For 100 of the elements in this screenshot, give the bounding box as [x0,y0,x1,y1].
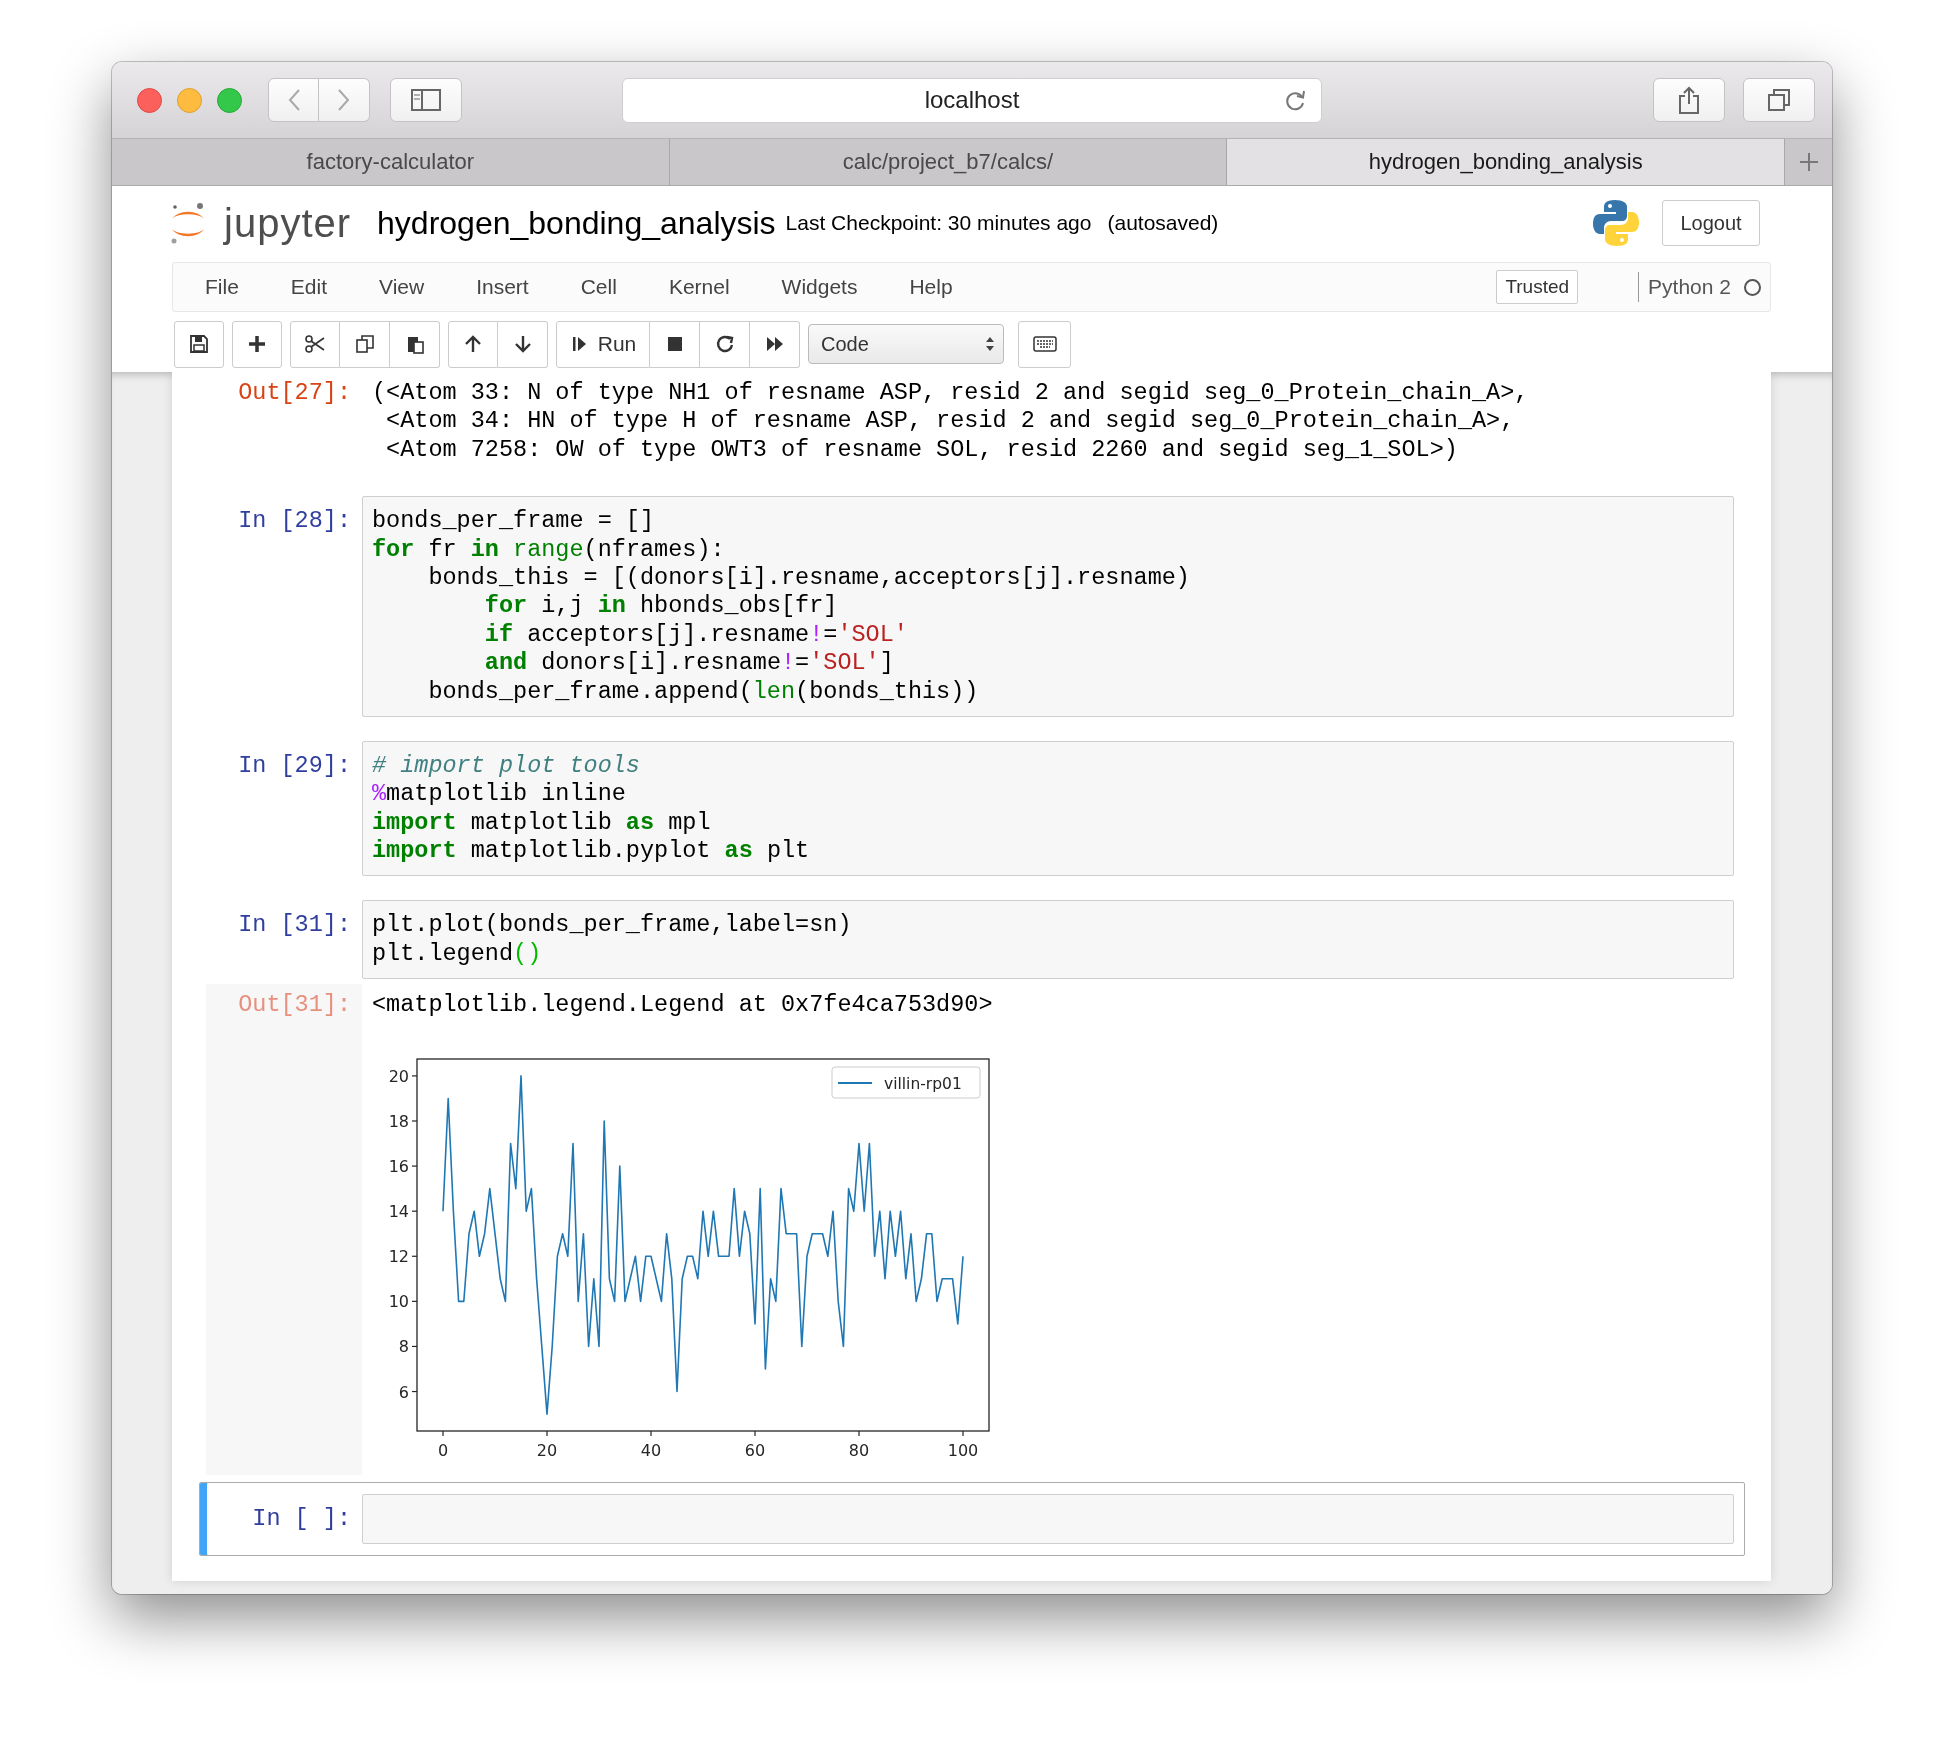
restart-button[interactable] [700,320,750,368]
arrow-down-icon [512,334,533,354]
snakes-logo-icon [1592,198,1640,248]
tick-mark [411,1120,418,1122]
keyboard-button[interactable] [1018,320,1071,368]
new-tab-button[interactable] [1785,139,1832,185]
save-icon [189,334,209,354]
plus-icon [1798,152,1819,172]
code-line: import matplotlib as mpl [372,808,712,838]
address-text: localhost [923,86,1021,114]
code-line: bonds_per_frame = [] [372,507,656,536]
menu-item[interactable]: File [179,275,265,299]
sidebar-button[interactable] [390,78,462,122]
tick-mark [546,1430,548,1437]
code-line: plt.legend() [372,939,543,969]
browser-tab[interactable]: factory-calculator [112,139,670,185]
notebook-title[interactable]: hydrogen_bonding_analysis [377,204,776,242]
restart-icon [714,334,735,354]
checkpoint-text: Last Checkpoint: 30 minutes ago [785,211,1092,235]
tick-label: 40 [640,1440,662,1460]
code-line: if acceptors[j].resname!='SOL' [483,620,909,650]
share-icon [1678,86,1700,114]
tick-label: 12 [388,1246,409,1266]
address-bar[interactable]: localhost [622,77,1322,123]
input-prompt: In [28]: [237,506,352,537]
menu-item[interactable]: Widgets [755,275,884,299]
code-line: for fr in range(nframes): [372,535,726,564]
tick-label: 16 [388,1156,409,1176]
keyboard-icon [1032,336,1057,352]
copy-icon [354,334,375,354]
insert-cell-button[interactable] [232,320,282,368]
close-button[interactable] [137,87,162,113]
tick-label: 8 [398,1337,409,1357]
tick-mark [411,1165,418,1167]
caret-icon [985,335,995,353]
output-prompt: Out[27]: [237,379,352,408]
code-input[interactable] [362,496,1734,717]
chevron-left-icon [286,88,301,112]
output-text: <matplotlib.legend.Legend at 0x7fe4ca753d90> [372,991,994,1020]
code-input[interactable]: # import plot tools %matplotlib inline import matplotlib as mpl import matplotlib.pyplot as plt [362,740,1734,877]
input-prompt: In [31]: [237,910,352,941]
browser-tab[interactable]: calc/project_b7/calcs/ [669,139,1228,185]
show-tabs-button[interactable] [1743,78,1815,122]
tick-mark [411,1255,418,1257]
logout-button[interactable]: Logout [1662,200,1760,246]
tick-label: 60 [744,1440,766,1460]
tick-label: 100 [947,1440,979,1460]
tick-label: 14 [388,1201,409,1221]
code-line: # import plot tools [372,751,641,781]
input-prompt: In [29]: [237,750,352,781]
legend-swatch [837,1081,873,1084]
menu-item[interactable]: View [353,275,451,299]
browser-tab[interactable]: hydrogen_bonding_analysis [1227,139,1785,185]
menu-item[interactable]: Edit [264,275,354,299]
tick-mark [442,1430,444,1437]
tick-label: 6 [398,1382,409,1402]
autosave-status: (autosaved) [1107,211,1219,235]
paste-button[interactable] [390,320,440,368]
code-line: and donors[i].resname!='SOL'] [483,649,895,678]
code-line: %matplotlib inline [372,780,627,809]
cut-button[interactable] [290,320,340,368]
trusted-indicator[interactable]: Trusted [1496,270,1579,304]
code-input[interactable]: plt.plot(bonds_per_frame,label=sn) plt.legend() [362,900,1734,980]
tick-mark [411,1300,418,1302]
share-button[interactable] [1653,78,1725,122]
tick-mark [411,1074,418,1077]
code-input[interactable] [362,1493,1734,1545]
tick-mark [411,1345,418,1347]
code-line: bonds_this = [(donors[i].resname,acceptors[j].resname) [427,563,1191,593]
code-line: plt.plot(bonds_per_frame,label=sn) [372,911,853,940]
tick-mark [962,1430,964,1437]
reload-icon [1283,88,1307,113]
fast-forward-icon [764,334,785,354]
move-down-button[interactable] [498,320,548,368]
tick-label: 10 [388,1292,409,1311]
copy-button[interactable] [340,320,390,368]
code-line: import matplotlib.pyplot as plt [372,837,811,866]
save-button[interactable] [174,320,224,368]
cell-type-dropdown[interactable]: Code [808,324,1004,364]
run-all-button[interactable] [750,320,800,368]
run-button[interactable]: Run [556,320,650,368]
menu-item[interactable]: Insert [450,275,555,299]
kernel-name[interactable]: Python 2 [1648,275,1731,299]
chevron-right-icon [337,88,351,112]
menu-item[interactable]: Kernel [642,275,756,299]
plus-icon [247,334,267,354]
legend-label: villin-rp01 [884,1074,962,1093]
move-up-button[interactable] [448,320,498,368]
stop-button[interactable] [650,320,700,368]
menu-item[interactable]: Cell [554,275,643,299]
menu-item[interactable]: Help [883,275,979,299]
tick-mark [411,1390,418,1392]
tick-mark [650,1430,652,1437]
sidebar-icon [411,89,441,111]
tick-label: 18 [388,1111,409,1131]
tick-label: 20 [388,1066,409,1086]
tick-label: 20 [536,1440,558,1460]
logo-text: jupyter [224,200,352,246]
output-text: <Atom 7258: OW of type OWT3 of resname SOL, resid 2260 and segid seg_1_SOL>) [385,435,1459,465]
tick-label: 0 [437,1440,449,1460]
